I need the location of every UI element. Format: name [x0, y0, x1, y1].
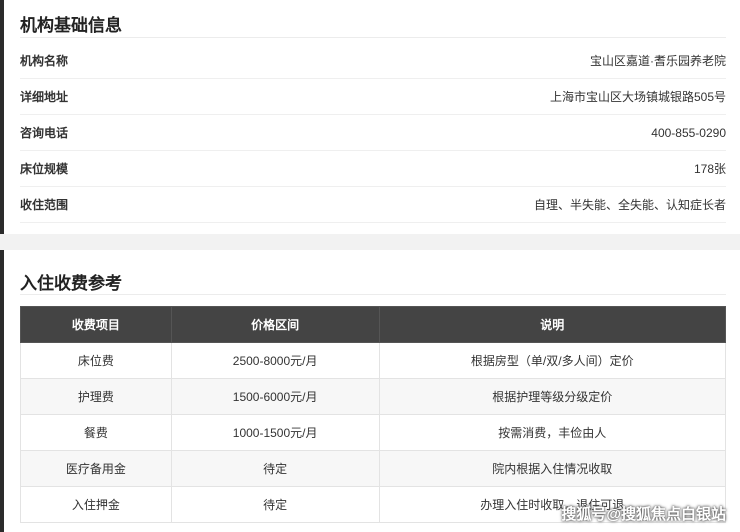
fees-title: 入住收费参考 — [20, 274, 122, 293]
info-row-address: 详细地址 上海市宝山区大场镇城银路505号 — [20, 79, 726, 115]
fees-card: 入住收费参考 收费项目 价格区间 说明 床位费 2500-8000元/月 根据房… — [0, 250, 740, 532]
table-cell: 护理费 — [20, 378, 172, 415]
table-row: 护理费 1500-6000元/月 根据护理等级分级定价 — [20, 378, 726, 415]
table-header-row: 收费项目 价格区间 说明 — [20, 306, 726, 343]
table-cell: 2500-8000元/月 — [170, 342, 380, 379]
table-cell: 待定 — [170, 450, 380, 487]
info-label: 床位规模 — [20, 162, 69, 176]
table-cell: 床位费 — [20, 342, 172, 379]
table-cell: 入住押金 — [20, 486, 172, 523]
watermark: 搜狐号@搜狐焦点白银站 — [561, 506, 726, 523]
table-cell: 院内根据入住情况收取 — [378, 450, 726, 487]
table-cell: 待定 — [170, 486, 380, 523]
table-cell: 1500-6000元/月 — [170, 378, 380, 415]
table-cell: 根据护理等级分级定价 — [378, 378, 726, 415]
info-label: 详细地址 — [20, 90, 69, 104]
info-label: 机构名称 — [20, 54, 69, 68]
info-row-scope: 收住范围 自理、半失能、全失能、认知症长者 — [20, 187, 726, 223]
info-value: 400-855-0290 — [651, 125, 726, 140]
info-value: 178张 — [693, 162, 726, 176]
basic-info-card: 机构基础信息 机构名称 宝山区嘉道·耆乐园养老院 详细地址 上海市宝山区大场镇城… — [0, 0, 740, 234]
info-value: 宝山区嘉道·耆乐园养老院 — [590, 54, 726, 68]
column-header: 说明 — [378, 306, 726, 343]
table-cell: 医疗备用金 — [20, 450, 172, 487]
table-cell: 1000-1500元/月 — [170, 414, 380, 451]
table-cell: 餐费 — [20, 414, 172, 451]
basic-info-title: 机构基础信息 — [20, 16, 122, 35]
fee-table: 收费项目 价格区间 说明 床位费 2500-8000元/月 根据房型（单/双/多… — [20, 306, 726, 523]
table-row: 医疗备用金 待定 院内根据入住情况收取 — [20, 450, 726, 487]
info-row-phone: 咨询电话 400-855-0290 — [20, 115, 726, 151]
info-label: 咨询电话 — [20, 126, 69, 140]
column-header: 收费项目 — [20, 306, 172, 343]
info-value: 上海市宝山区大场镇城银路505号 — [549, 90, 726, 104]
table-cell: 根据房型（单/双/多人间）定价 — [378, 342, 726, 379]
info-row-name: 机构名称 宝山区嘉道·耆乐园养老院 — [20, 43, 726, 79]
title-divider — [20, 294, 726, 295]
info-label: 收住范围 — [20, 198, 69, 212]
table-row: 床位费 2500-8000元/月 根据房型（单/双/多人间）定价 — [20, 342, 726, 379]
info-row-beds: 床位规模 178张 — [20, 151, 726, 187]
column-header: 价格区间 — [170, 306, 380, 343]
title-divider — [20, 37, 726, 38]
info-value: 自理、半失能、全失能、认知症长者 — [533, 198, 726, 212]
table-row: 餐费 1000-1500元/月 按需消费，丰俭由人 — [20, 414, 726, 451]
table-cell: 按需消费，丰俭由人 — [378, 414, 726, 451]
